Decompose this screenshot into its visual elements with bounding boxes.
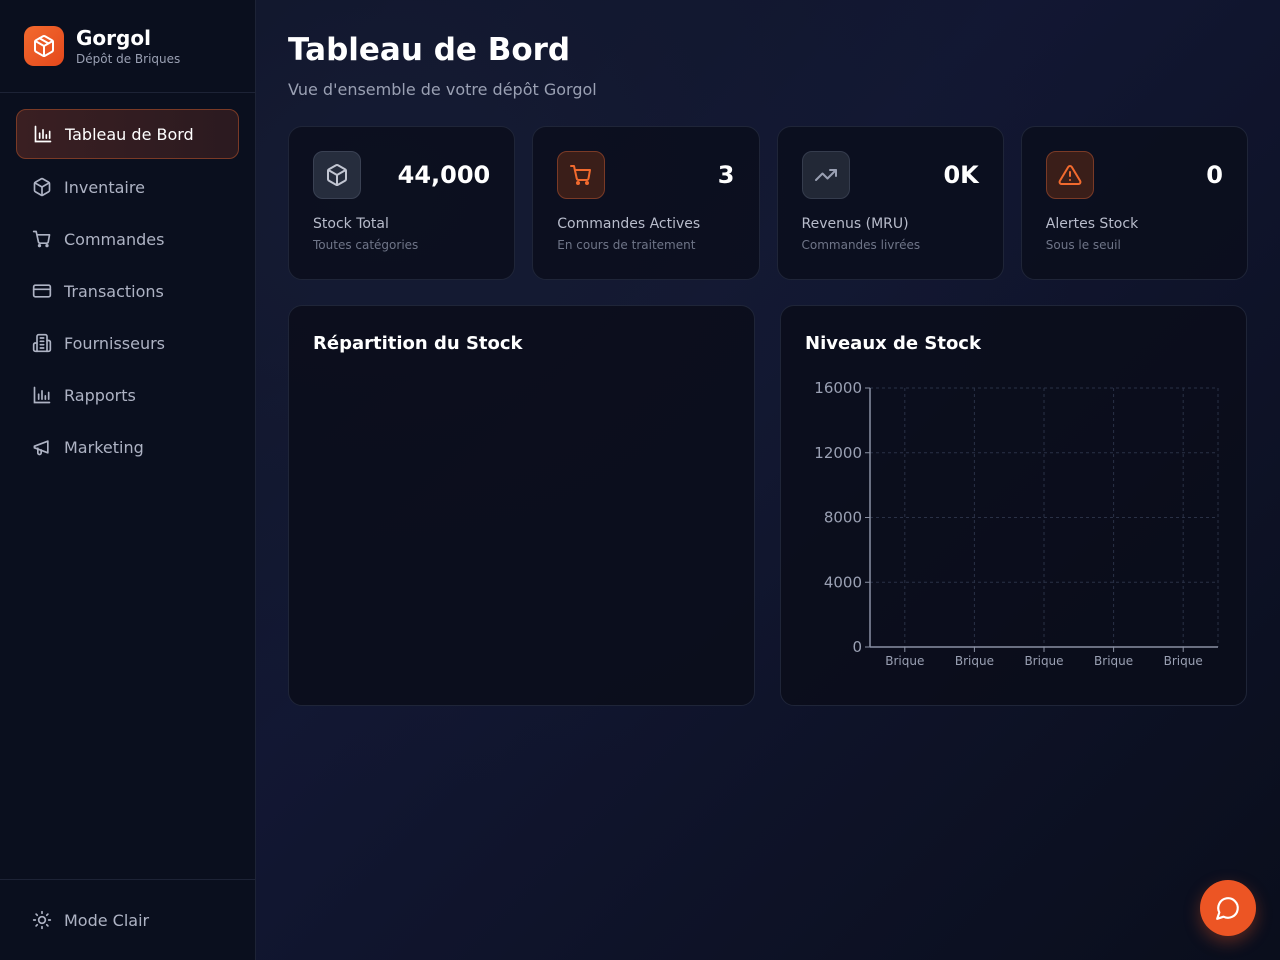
- panel-title: Répartition du Stock: [313, 333, 523, 354]
- stat-card-alertes-stock[interactable]: 0 Alertes Stock Sous le seuil: [1020, 126, 1248, 280]
- sidebar-item-label: Fournisseurs: [64, 333, 166, 353]
- theme-toggle-label: Mode Clair: [64, 910, 150, 930]
- main-content: Tableau de Bord Vue d'ensemble de votre …: [288, 0, 1248, 706]
- sidebar-item-inventaire[interactable]: Inventaire: [16, 163, 239, 211]
- page-title: Tableau de Bord: [288, 32, 571, 68]
- stat-label: Stock Total: [313, 216, 389, 232]
- chat-button[interactable]: [1200, 880, 1256, 936]
- chart-panels: Répartition du Stock Niveaux de Stock 04…: [288, 305, 1248, 706]
- sidebar-item-fournisseurs[interactable]: Fournisseurs: [16, 319, 239, 367]
- cart-icon: [557, 151, 606, 199]
- x-tick-label: Brique: [1094, 654, 1133, 668]
- x-tick-label: Brique: [955, 654, 994, 668]
- stat-label: Commandes Actives: [557, 216, 701, 232]
- sidebar-item-marketing[interactable]: Marketing: [16, 423, 239, 471]
- stat-label: Alertes Stock: [1045, 216, 1139, 232]
- sidebar-item-transactions[interactable]: Transactions: [16, 267, 239, 315]
- bar-chart-icon: [33, 386, 51, 404]
- y-tick-label: 12000: [814, 444, 862, 462]
- stock-levels-panel: Niveaux de Stock 0 4000 8000 12000 16000 Briq…: [780, 305, 1247, 706]
- x-tick-label: Brique: [1164, 654, 1203, 668]
- sidebar-item-commandes[interactable]: Commandes: [16, 215, 239, 263]
- credit-card-icon: [32, 284, 52, 298]
- y-tick-label: 0: [852, 638, 862, 656]
- package-icon: [313, 151, 361, 199]
- bar-chart-icon: [34, 125, 52, 143]
- stat-card-commandes-actives[interactable]: 3 Commandes Actives En cours de traiteme…: [532, 126, 760, 280]
- package-icon: [24, 26, 64, 66]
- sun-icon: [32, 910, 52, 930]
- cart-icon: [32, 230, 51, 248]
- page-subtitle: Vue d'ensemble de votre dépôt Gorgol: [288, 80, 597, 99]
- theme-toggle-button[interactable]: Mode Clair: [0, 879, 256, 960]
- stock-levels-chart: 0 4000 8000 12000 16000 Brique Brique Brique Bri…: [814, 379, 1219, 668]
- trending-up-icon: [801, 151, 850, 199]
- x-tick-label: Brique: [885, 654, 924, 668]
- sidebar-item-label: Transactions: [64, 281, 164, 301]
- sidebar-item-label: Marketing: [64, 437, 144, 457]
- stat-value: 0: [1206, 161, 1223, 189]
- sidebar-item-label: Tableau de Bord: [65, 124, 194, 144]
- stat-card-revenus[interactable]: 0K Revenus (MRU) Commandes livrées: [776, 126, 1004, 280]
- stat-hint: En cours de traitement: [557, 238, 696, 252]
- x-tick-label: Brique: [1024, 654, 1063, 668]
- sidebar-item-rapports[interactable]: Rapports: [16, 371, 239, 419]
- chat-bubble-icon: [1216, 897, 1239, 920]
- sidebar-item-label: Rapports: [64, 385, 136, 405]
- alert-triangle-icon: [1045, 151, 1094, 199]
- package-icon: [33, 177, 51, 197]
- sidebar-nav: Tableau de Bord Inventaire Commandes Tra…: [0, 93, 255, 471]
- brand-subtitle: Dépôt de Briques: [76, 51, 181, 66]
- sidebar-item-label: Commandes: [64, 229, 165, 249]
- y-tick-label: 16000: [814, 379, 862, 397]
- y-tick-label: 4000: [824, 573, 862, 591]
- sidebar-item-label: Inventaire: [64, 177, 145, 197]
- brand-name: Gorgol: [76, 25, 151, 50]
- sidebar-item-tableau-de-bord[interactable]: Tableau de Bord: [16, 109, 239, 159]
- building-icon: [32, 333, 52, 353]
- stat-label: Revenus (MRU): [801, 216, 909, 232]
- megaphone-icon: [33, 440, 49, 456]
- stock-distribution-panel: Répartition du Stock: [288, 305, 755, 706]
- stat-value: 0K: [943, 161, 979, 189]
- stat-hint: Commandes livrées: [801, 238, 921, 252]
- stat-hint: Toutes catégories: [313, 238, 419, 252]
- stat-card-stock-total[interactable]: 44,000 Stock Total Toutes catégories: [288, 126, 516, 280]
- stat-hint: Sous le seuil: [1045, 238, 1121, 252]
- stats-cards: 44,000 Stock Total Toutes catégories 3 C…: [288, 126, 1248, 280]
- sidebar: Gorgol Dépôt de Briques Tableau de Bord …: [0, 0, 256, 960]
- stat-value: 44,000: [397, 161, 491, 189]
- y-tick-label: 8000: [824, 509, 862, 527]
- stat-value: 3: [717, 161, 735, 189]
- brand: Gorgol Dépôt de Briques: [0, 0, 255, 93]
